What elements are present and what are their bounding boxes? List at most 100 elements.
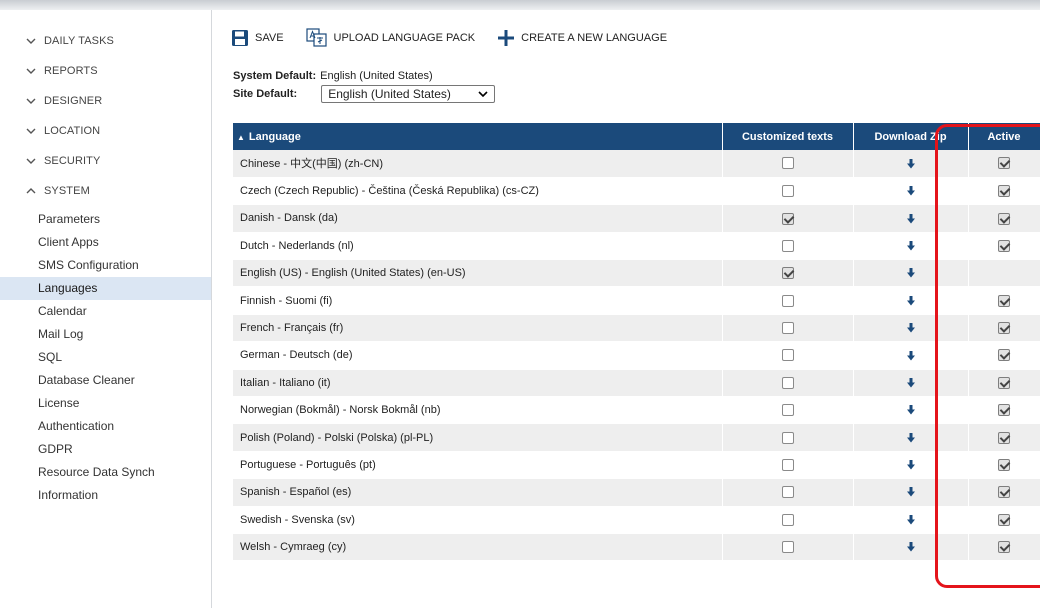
- table-row: Italian - Italiano (it): [233, 369, 1040, 398]
- language-name: Spanish - Español (es): [233, 478, 723, 507]
- download-zip-cell[interactable]: [853, 369, 969, 398]
- active-checkbox[interactable]: [998, 294, 1010, 307]
- sidebar-group-system[interactable]: SYSTEM: [0, 176, 211, 206]
- sidebar-item-resource-data-synch[interactable]: Resource Data Synch: [0, 461, 211, 484]
- system-default-value: English (United States): [320, 70, 433, 82]
- sidebar-item-sms-configuration[interactable]: SMS Configuration: [0, 254, 211, 277]
- system-submenu: Parameters Client Apps SMS Configuration…: [0, 208, 211, 507]
- customized-texts-checkbox[interactable]: [781, 459, 794, 472]
- active-checkbox[interactable]: [998, 239, 1010, 252]
- sidebar-item-sql[interactable]: SQL: [0, 346, 211, 369]
- download-zip-cell[interactable]: [853, 150, 969, 178]
- customized-texts-checkbox[interactable]: [781, 431, 794, 444]
- table-row: Czech (Czech Republic) - Čeština (Česká …: [233, 177, 1040, 206]
- customized-texts-column-header[interactable]: Customized texts: [722, 123, 854, 150]
- chevron-down-icon: [26, 68, 36, 74]
- active-cell: [968, 341, 1040, 370]
- active-checkbox[interactable]: [998, 349, 1010, 362]
- download-arrow-icon: [906, 432, 915, 443]
- sidebar-item-languages[interactable]: Languages: [0, 277, 211, 300]
- sidebar-item-calendar[interactable]: Calendar: [0, 300, 211, 323]
- download-zip-cell[interactable]: [853, 423, 969, 452]
- sidebar-item-authentication[interactable]: Authentication: [0, 415, 211, 438]
- active-checkbox[interactable]: [998, 541, 1010, 554]
- active-checkbox[interactable]: [998, 459, 1010, 472]
- sidebar-group-reports[interactable]: REPORTS: [0, 56, 211, 86]
- customized-texts-checkbox[interactable]: [781, 486, 794, 499]
- sidebar-group-designer[interactable]: DESIGNER: [0, 86, 211, 116]
- active-cell: [968, 533, 1040, 562]
- language-name: Finnish - Suomi (fi): [233, 286, 723, 315]
- sidebar-group-label: SECURITY: [44, 155, 101, 167]
- download-zip-cell[interactable]: [853, 314, 969, 343]
- sidebar-group-security[interactable]: SECURITY: [0, 146, 211, 176]
- customized-texts-checkbox[interactable]: [781, 322, 794, 335]
- customized-texts-cell: [722, 506, 854, 534]
- active-checkbox[interactable]: [998, 376, 1010, 389]
- sidebar-item-gdpr[interactable]: GDPR: [0, 438, 211, 461]
- download-zip-cell[interactable]: [853, 232, 969, 261]
- customized-texts-checkbox[interactable]: [781, 267, 794, 280]
- download-arrow-icon: [906, 213, 915, 224]
- download-zip-cell[interactable]: [853, 341, 969, 370]
- active-cell: [968, 478, 1040, 507]
- download-zip-cell[interactable]: [853, 451, 969, 480]
- sidebar-item-license[interactable]: License: [0, 392, 211, 415]
- languages-table: ▲ Language Customized texts Download Zip …: [233, 123, 1040, 562]
- download-zip-cell[interactable]: [853, 259, 969, 288]
- site-default-label: Site Default:: [233, 88, 298, 100]
- active-checkbox[interactable]: [998, 185, 1010, 198]
- customized-texts-checkbox[interactable]: [781, 541, 794, 554]
- save-button[interactable]: SAVE: [231, 29, 284, 47]
- system-default-label: System Default:: [233, 70, 317, 82]
- language-column-header[interactable]: ▲ Language: [233, 123, 723, 150]
- download-arrow-icon: [906, 240, 915, 251]
- download-zip-cell[interactable]: [853, 396, 969, 425]
- customized-texts-checkbox[interactable]: [781, 185, 794, 198]
- table-row: Portuguese - Português (pt): [233, 451, 1040, 480]
- download-zip-cell[interactable]: [853, 506, 969, 534]
- customized-texts-checkbox[interactable]: [781, 349, 794, 362]
- chevron-down-icon: [478, 91, 488, 98]
- active-checkbox[interactable]: [998, 486, 1010, 499]
- sidebar-item-database-cleaner[interactable]: Database Cleaner: [0, 369, 211, 392]
- download-zip-cell[interactable]: [853, 478, 969, 507]
- language-name: Swedish - Svenska (sv): [233, 506, 723, 534]
- active-cell: [968, 396, 1040, 425]
- customized-texts-checkbox[interactable]: [781, 404, 794, 417]
- customized-texts-checkbox[interactable]: [781, 513, 794, 526]
- sidebar-group-daily-tasks[interactable]: DAILY TASKS: [0, 26, 211, 56]
- active-column-header[interactable]: Active: [968, 123, 1040, 150]
- active-checkbox[interactable]: [998, 404, 1010, 417]
- sidebar-item-client-apps[interactable]: Client Apps: [0, 231, 211, 254]
- customized-texts-cell: [722, 232, 854, 261]
- download-zip-cell[interactable]: [853, 204, 969, 233]
- download-zip-cell[interactable]: [853, 533, 969, 562]
- customized-texts-checkbox[interactable]: [781, 212, 794, 225]
- active-checkbox[interactable]: [998, 513, 1010, 526]
- site-default-select[interactable]: English (United States): [321, 85, 496, 103]
- sidebar-item-parameters[interactable]: Parameters: [0, 208, 211, 231]
- table-header-row: ▲ Language Customized texts Download Zip …: [233, 123, 1040, 150]
- customized-texts-checkbox[interactable]: [781, 239, 794, 252]
- download-zip-cell[interactable]: [853, 286, 969, 315]
- customized-texts-checkbox[interactable]: [781, 376, 794, 389]
- download-zip-column-header[interactable]: Download Zip: [853, 123, 969, 150]
- customized-texts-checkbox[interactable]: [781, 294, 794, 307]
- sidebar-item-information[interactable]: Information: [0, 484, 211, 507]
- active-checkbox[interactable]: [998, 322, 1010, 335]
- translate-upload-icon: [305, 28, 327, 47]
- active-checkbox[interactable]: [998, 431, 1010, 444]
- customized-texts-cell: [722, 478, 854, 507]
- upload-language-pack-button[interactable]: UPLOAD LANGUAGE PACK: [305, 28, 475, 48]
- sidebar-group-location[interactable]: LOCATION: [0, 116, 211, 146]
- download-zip-cell[interactable]: [853, 177, 969, 206]
- customized-texts-cell: [722, 259, 854, 288]
- sidebar-item-mail-log[interactable]: Mail Log: [0, 323, 211, 346]
- active-checkbox[interactable]: [998, 157, 1010, 170]
- download-arrow-icon: [906, 350, 915, 361]
- active-checkbox[interactable]: [998, 212, 1010, 225]
- create-language-button[interactable]: CREATE A NEW LANGUAGE: [497, 29, 667, 47]
- chevron-down-icon: [26, 158, 36, 164]
- customized-texts-checkbox[interactable]: [781, 157, 794, 170]
